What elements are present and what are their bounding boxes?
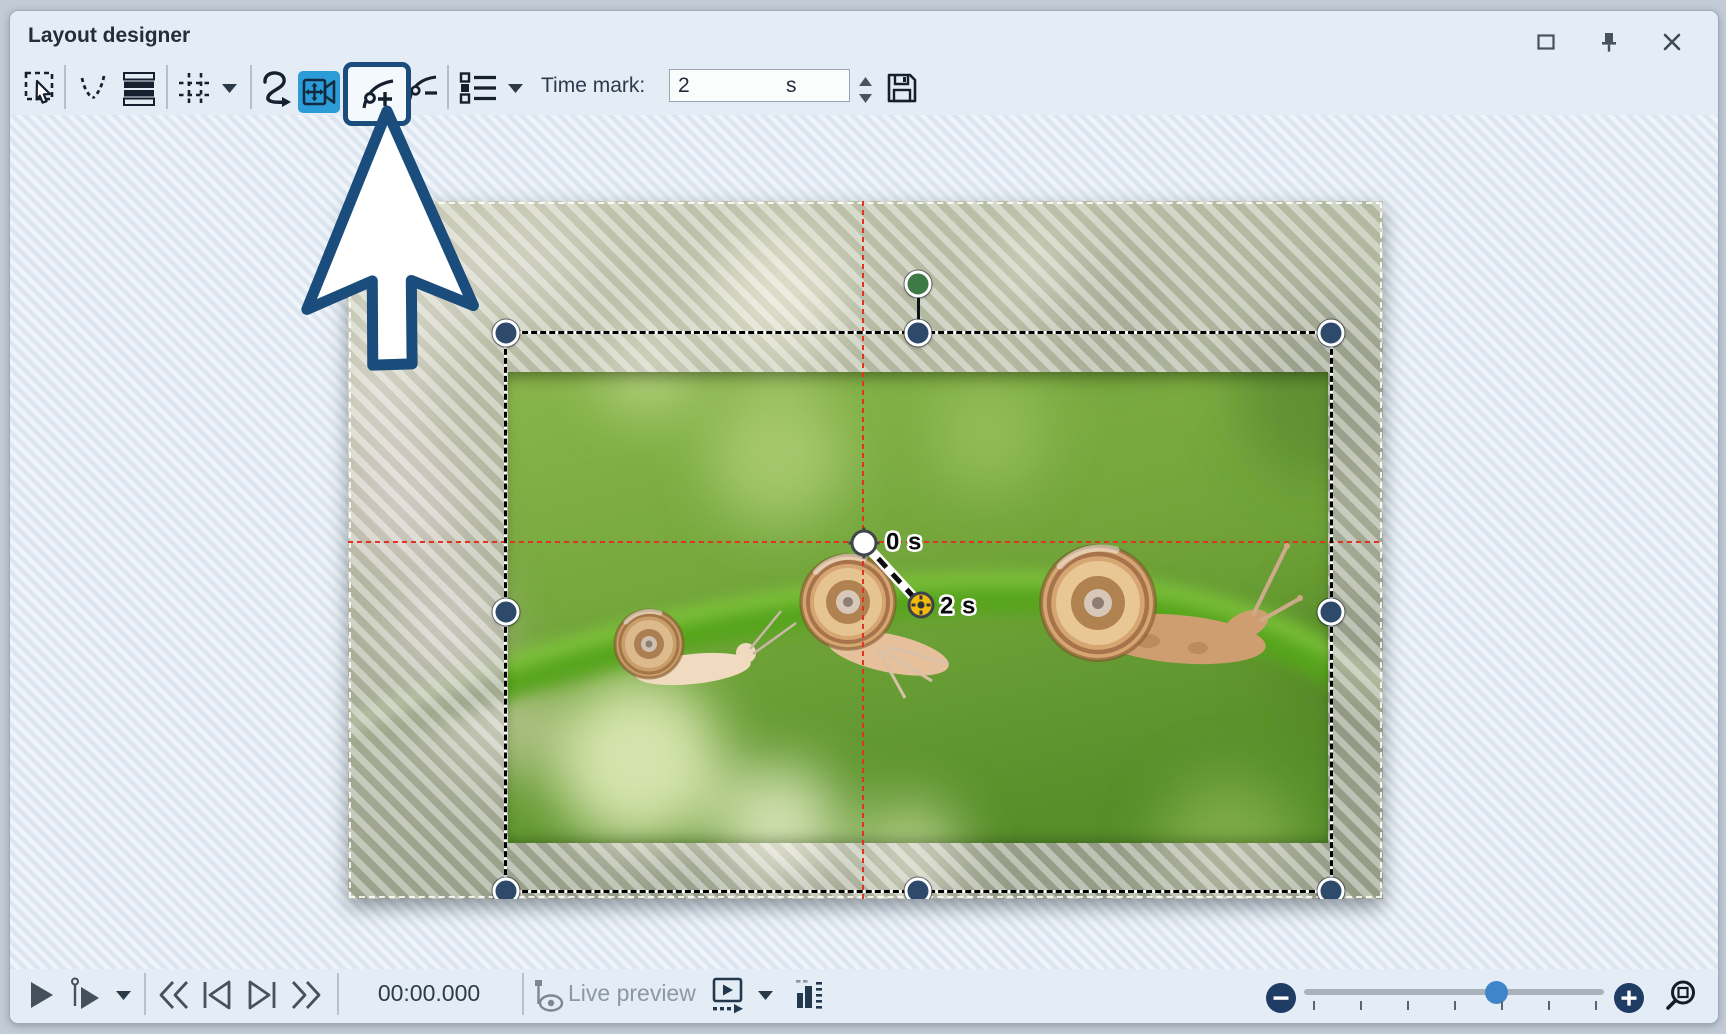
previous-keyframe-button[interactable] bbox=[198, 973, 236, 1017]
select-tool-button[interactable] bbox=[21, 67, 61, 109]
zoom-fit-button[interactable] bbox=[1661, 974, 1701, 1018]
keyframe-label-0s: 0 s bbox=[886, 528, 922, 556]
zoom-out-button[interactable] bbox=[1264, 976, 1298, 1020]
live-preview-eye-icon bbox=[531, 977, 565, 1013]
live-preview-toggle[interactable] bbox=[529, 973, 567, 1017]
select-tool-icon bbox=[23, 70, 59, 106]
list-icon bbox=[458, 71, 498, 105]
skip-to-start-button[interactable] bbox=[155, 973, 193, 1017]
chevron-down-icon bbox=[116, 991, 131, 1000]
chevron-down-icon bbox=[508, 84, 523, 93]
render-options-dropdown[interactable] bbox=[752, 973, 778, 1017]
close-button[interactable] bbox=[1659, 29, 1685, 55]
zoom-slider-track[interactable] bbox=[1304, 989, 1604, 995]
statistics-button[interactable] bbox=[792, 973, 828, 1017]
zoom-in-button[interactable] bbox=[1612, 976, 1646, 1020]
time-mark-label: Time mark: bbox=[541, 74, 645, 98]
toolbar-separator bbox=[447, 65, 449, 109]
levels-icon bbox=[794, 978, 826, 1012]
next-keyframe-button[interactable] bbox=[243, 973, 281, 1017]
s-curve-icon bbox=[258, 68, 296, 108]
play-button[interactable] bbox=[25, 973, 59, 1017]
step-forward-icon bbox=[246, 980, 278, 1010]
magnifier-icon bbox=[1662, 977, 1700, 1015]
play-from-marker-icon bbox=[69, 977, 103, 1013]
play-icon bbox=[29, 981, 55, 1009]
toolbar-separator bbox=[250, 65, 252, 109]
pin-button[interactable] bbox=[1596, 29, 1622, 55]
camera-pan-button[interactable] bbox=[298, 71, 340, 113]
chevron-down-icon bbox=[222, 84, 237, 93]
time-mark-spin-up[interactable] bbox=[854, 74, 876, 89]
layers-icon bbox=[119, 70, 159, 106]
maximize-icon bbox=[1537, 34, 1555, 50]
keyframe-list-button[interactable] bbox=[456, 67, 500, 109]
playback-separator bbox=[337, 973, 339, 1015]
pin-icon bbox=[1599, 31, 1619, 53]
fast-forward-icon bbox=[289, 980, 323, 1010]
render-preview-button[interactable] bbox=[708, 973, 748, 1017]
object-list-button[interactable] bbox=[117, 67, 161, 109]
window-title: Layout designer bbox=[28, 24, 190, 48]
motion-path-button[interactable] bbox=[257, 67, 297, 109]
grid-icon bbox=[176, 70, 214, 106]
maximize-button[interactable] bbox=[1533, 29, 1559, 55]
close-icon bbox=[1663, 33, 1681, 51]
save-button[interactable] bbox=[882, 67, 922, 109]
layout-canvas[interactable]: 0 s 2 s bbox=[348, 201, 1383, 899]
play-options-dropdown[interactable] bbox=[110, 973, 136, 1017]
layout-designer-window: Layout designer bbox=[0, 0, 1726, 1034]
minus-icon bbox=[1265, 982, 1297, 1014]
spinner-up-icon bbox=[859, 77, 872, 86]
zoom-slider-thumb[interactable] bbox=[1485, 981, 1508, 1004]
playback-separator bbox=[144, 973, 146, 1015]
grid-options-dropdown[interactable] bbox=[216, 67, 242, 109]
time-mark-input[interactable] bbox=[669, 69, 850, 102]
time-mark-unit: s bbox=[786, 74, 797, 98]
play-from-here-button[interactable] bbox=[67, 973, 105, 1017]
save-icon bbox=[884, 70, 920, 106]
grid-button[interactable] bbox=[175, 67, 215, 109]
show-path-button[interactable] bbox=[73, 67, 113, 109]
time-mark-spin-down[interactable] bbox=[854, 91, 876, 106]
rewind-icon bbox=[157, 980, 191, 1010]
time-display: 00:00.000 bbox=[370, 980, 488, 1007]
live-preview-label: Live preview bbox=[568, 980, 696, 1007]
toolbar-separator bbox=[64, 65, 66, 109]
add-keyframe-button-highlighted[interactable] bbox=[343, 62, 411, 126]
remove-keyframe-icon bbox=[406, 71, 440, 105]
keyframe-marker-2s[interactable] bbox=[905, 589, 938, 622]
step-back-icon bbox=[201, 980, 233, 1010]
toolbar-separator bbox=[166, 65, 168, 109]
dotted-path-icon bbox=[75, 70, 111, 106]
camera-move-icon bbox=[302, 76, 336, 108]
playback-separator bbox=[522, 973, 524, 1015]
render-preview-icon bbox=[710, 976, 746, 1014]
skip-to-end-button[interactable] bbox=[287, 973, 325, 1017]
keyframe-marker-0s[interactable] bbox=[848, 527, 881, 560]
window-frame: Layout designer bbox=[9, 10, 1719, 1024]
chevron-down-icon bbox=[758, 991, 773, 1000]
keyframe-list-dropdown[interactable] bbox=[502, 67, 528, 109]
plus-icon bbox=[1613, 982, 1645, 1014]
keyframe-label-2s: 2 s bbox=[940, 592, 976, 620]
add-keyframe-icon bbox=[357, 74, 397, 114]
spinner-down-icon bbox=[859, 94, 872, 103]
